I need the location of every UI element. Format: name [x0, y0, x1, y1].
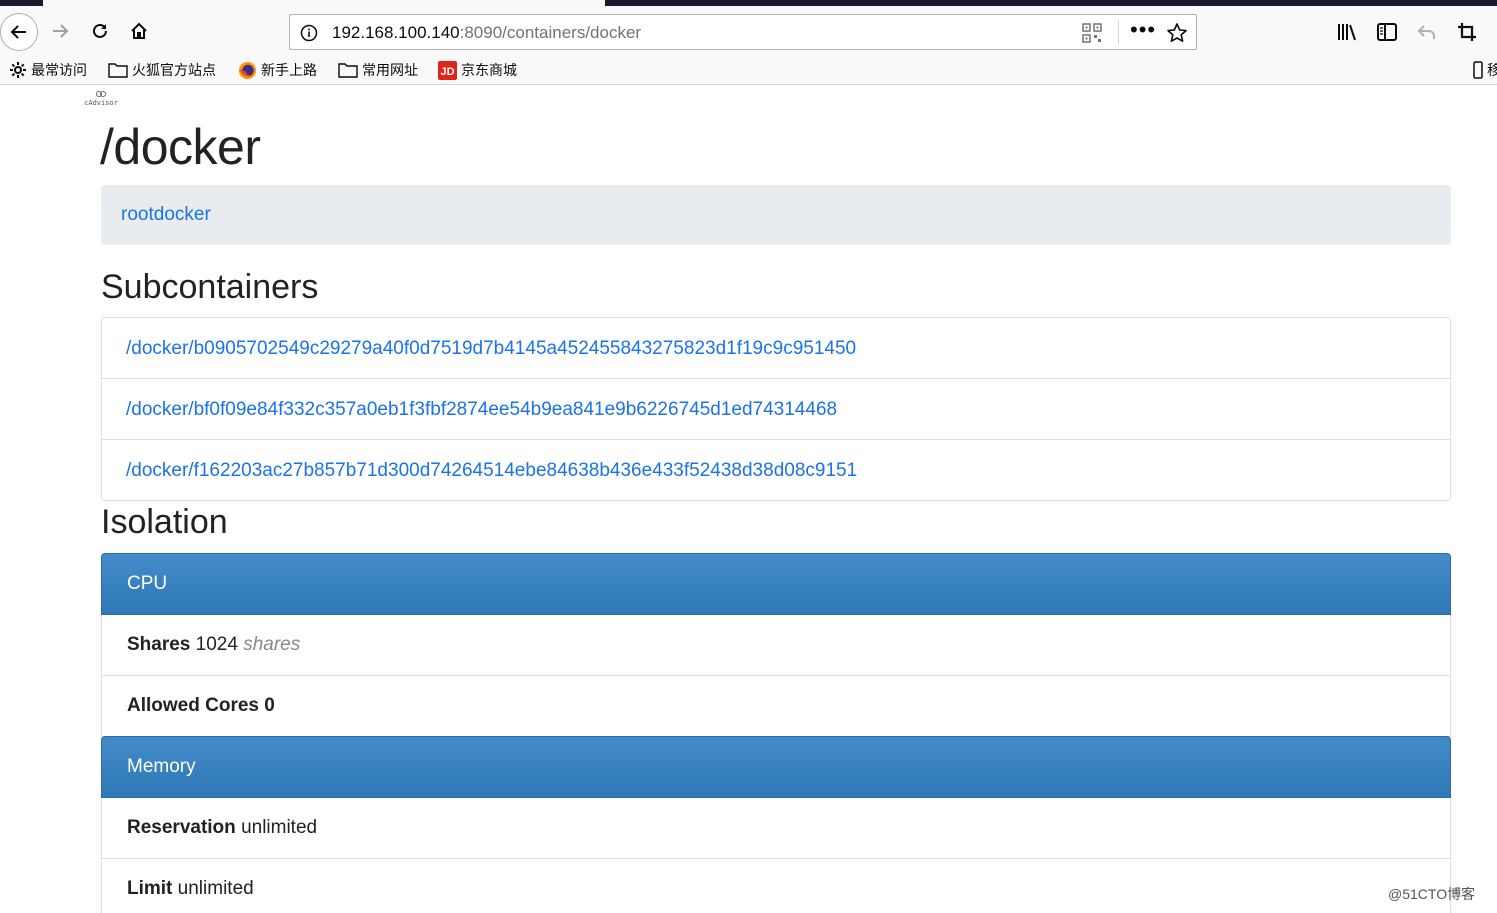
sidebar-icon[interactable]: [1376, 21, 1398, 43]
arrow-right-icon: [53, 24, 69, 38]
bookmark-label: 新手上路: [261, 62, 317, 78]
reload-button[interactable]: [86, 16, 114, 46]
bookmark-firefox-official[interactable]: 火狐官方站点: [108, 59, 216, 81]
firefox-icon: [238, 61, 257, 79]
list-item: /docker/bf0f09e84f332c357a0eb1f3fbf2874e…: [102, 379, 1450, 440]
logo-text: cAdvisor: [84, 99, 118, 107]
page-title: /docker: [100, 119, 261, 175]
subcontainer-link[interactable]: /docker/f162203ac27b857b71d300d74264514e…: [126, 460, 857, 482]
bookmark-label: 移: [1487, 62, 1497, 78]
bookmark-label: 常用网址: [362, 62, 418, 78]
owl-icon: [96, 91, 106, 97]
shares-unit: shares: [243, 634, 301, 655]
cpu-shares: Shares 1024 shares: [127, 634, 300, 656]
home-button[interactable]: [125, 16, 153, 46]
subcontainer-link[interactable]: /docker/bf0f09e84f332c357a0eb1f3fbf2874e…: [126, 399, 837, 421]
bookmark-most-visited[interactable]: 最常访问: [9, 59, 87, 81]
list-item: /docker/b0905702549c29279a40f0d7519d7b41…: [102, 318, 1450, 379]
subcontainers-heading: Subcontainers: [101, 268, 319, 306]
limit-label: Limit: [127, 878, 173, 899]
url-text[interactable]: 192.168.100.140:8090/containers/docker: [332, 23, 641, 43]
bookmark-common-sites[interactable]: 常用网址: [338, 59, 418, 81]
cpu-heading: CPU: [127, 573, 168, 594]
reload-icon: [93, 23, 107, 38]
jd-icon: JD: [438, 60, 457, 80]
memory-heading: Memory: [127, 756, 196, 777]
cpu-allowed-cores-row: Allowed Cores 0: [101, 676, 1451, 737]
folder-icon: [108, 63, 128, 78]
cpu-panel-header: CPU: [101, 553, 1451, 615]
memory-panel-header: Memory: [101, 736, 1451, 798]
memory-limit: Limit unlimited: [127, 878, 254, 900]
subcontainer-link[interactable]: /docker/b0905702549c29279a40f0d7519d7b41…: [126, 338, 856, 360]
limit-value: unlimited: [177, 878, 254, 899]
breadcrumb-current: docker: [153, 204, 211, 225]
mobile-icon: [1473, 61, 1483, 79]
bookmark-getting-started[interactable]: 新手上路: [238, 59, 317, 81]
forward-button[interactable]: [46, 16, 74, 46]
allowed-cores: Allowed Cores 0: [127, 695, 275, 717]
subcontainers-list: /docker/b0905702549c29279a40f0d7519d7b41…: [101, 317, 1451, 501]
memory-limit-row: Limit unlimited: [101, 859, 1451, 913]
shares-label: Shares: [127, 634, 191, 655]
breadcrumb: rootdocker: [101, 185, 1451, 245]
url-bar[interactable]: 192.168.100.140:8090/containers/docker •…: [289, 14, 1197, 50]
crop-icon[interactable]: [1456, 21, 1478, 43]
bookmark-label: 火狐官方站点: [132, 62, 216, 78]
url-host: 192.168.100.140: [332, 23, 460, 42]
bookmark-label: 最常访问: [31, 62, 87, 78]
reservation-label: Reservation: [127, 817, 236, 838]
breadcrumb-root: root: [121, 204, 154, 225]
arrow-left-icon: [10, 25, 26, 39]
bookmark-star-icon[interactable]: [1166, 22, 1188, 44]
bookmark-jd[interactable]: JD 京东商城: [438, 59, 517, 81]
bookmark-label: 京东商城: [461, 62, 517, 78]
list-item: /docker/f162203ac27b857b71d300d74264514e…: [102, 440, 1450, 501]
bookmarks-bar: 最常访问 火狐官方站点 新手上路 常用网址 JD 京东商城 移: [0, 56, 1497, 85]
memory-reservation: Reservation unlimited: [127, 817, 317, 839]
shares-value: 1024: [195, 634, 238, 655]
home-icon: [131, 22, 147, 39]
allowed-cores-label: Allowed Cores: [127, 695, 259, 716]
allowed-cores-value: 0: [264, 695, 275, 716]
info-icon[interactable]: [300, 24, 318, 42]
watermark: @51CTO博客: [1388, 886, 1476, 902]
bookmark-mobile[interactable]: 移: [1473, 59, 1497, 81]
back-button[interactable]: [0, 13, 38, 51]
cpu-shares-row: Shares 1024 shares: [101, 615, 1451, 676]
gear-icon: [10, 62, 26, 78]
undo-icon[interactable]: [1416, 21, 1438, 43]
svg-text:JD: JD: [440, 66, 454, 78]
reservation-value: unlimited: [241, 817, 318, 838]
url-path: :8090/containers/docker: [459, 23, 642, 42]
qr-code-icon[interactable]: [1082, 23, 1102, 43]
cadvisor-logo[interactable]: cAdvisor: [80, 90, 122, 110]
library-icon[interactable]: [1336, 21, 1358, 43]
isolation-heading: Isolation: [101, 503, 228, 541]
breadcrumb-link[interactable]: rootdocker: [121, 204, 211, 226]
folder-icon: [338, 63, 358, 78]
navigation-toolbar: 192.168.100.140:8090/containers/docker •…: [0, 6, 1497, 56]
page-actions-button[interactable]: •••: [1130, 17, 1156, 43]
memory-reservation-row: Reservation unlimited: [101, 798, 1451, 859]
url-separator: [1118, 21, 1119, 45]
